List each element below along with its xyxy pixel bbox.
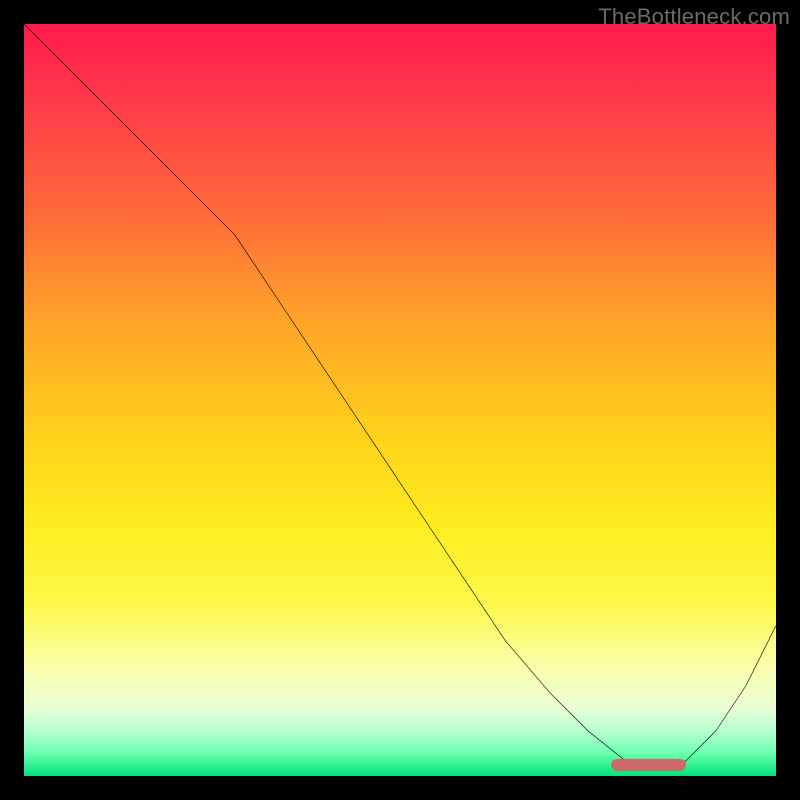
bottleneck-marker	[611, 759, 686, 771]
chart-frame: TheBottleneck.com	[0, 0, 800, 800]
plot-area	[24, 24, 776, 776]
watermark-text: TheBottleneck.com	[598, 4, 790, 30]
bottleneck-curve	[24, 24, 776, 776]
